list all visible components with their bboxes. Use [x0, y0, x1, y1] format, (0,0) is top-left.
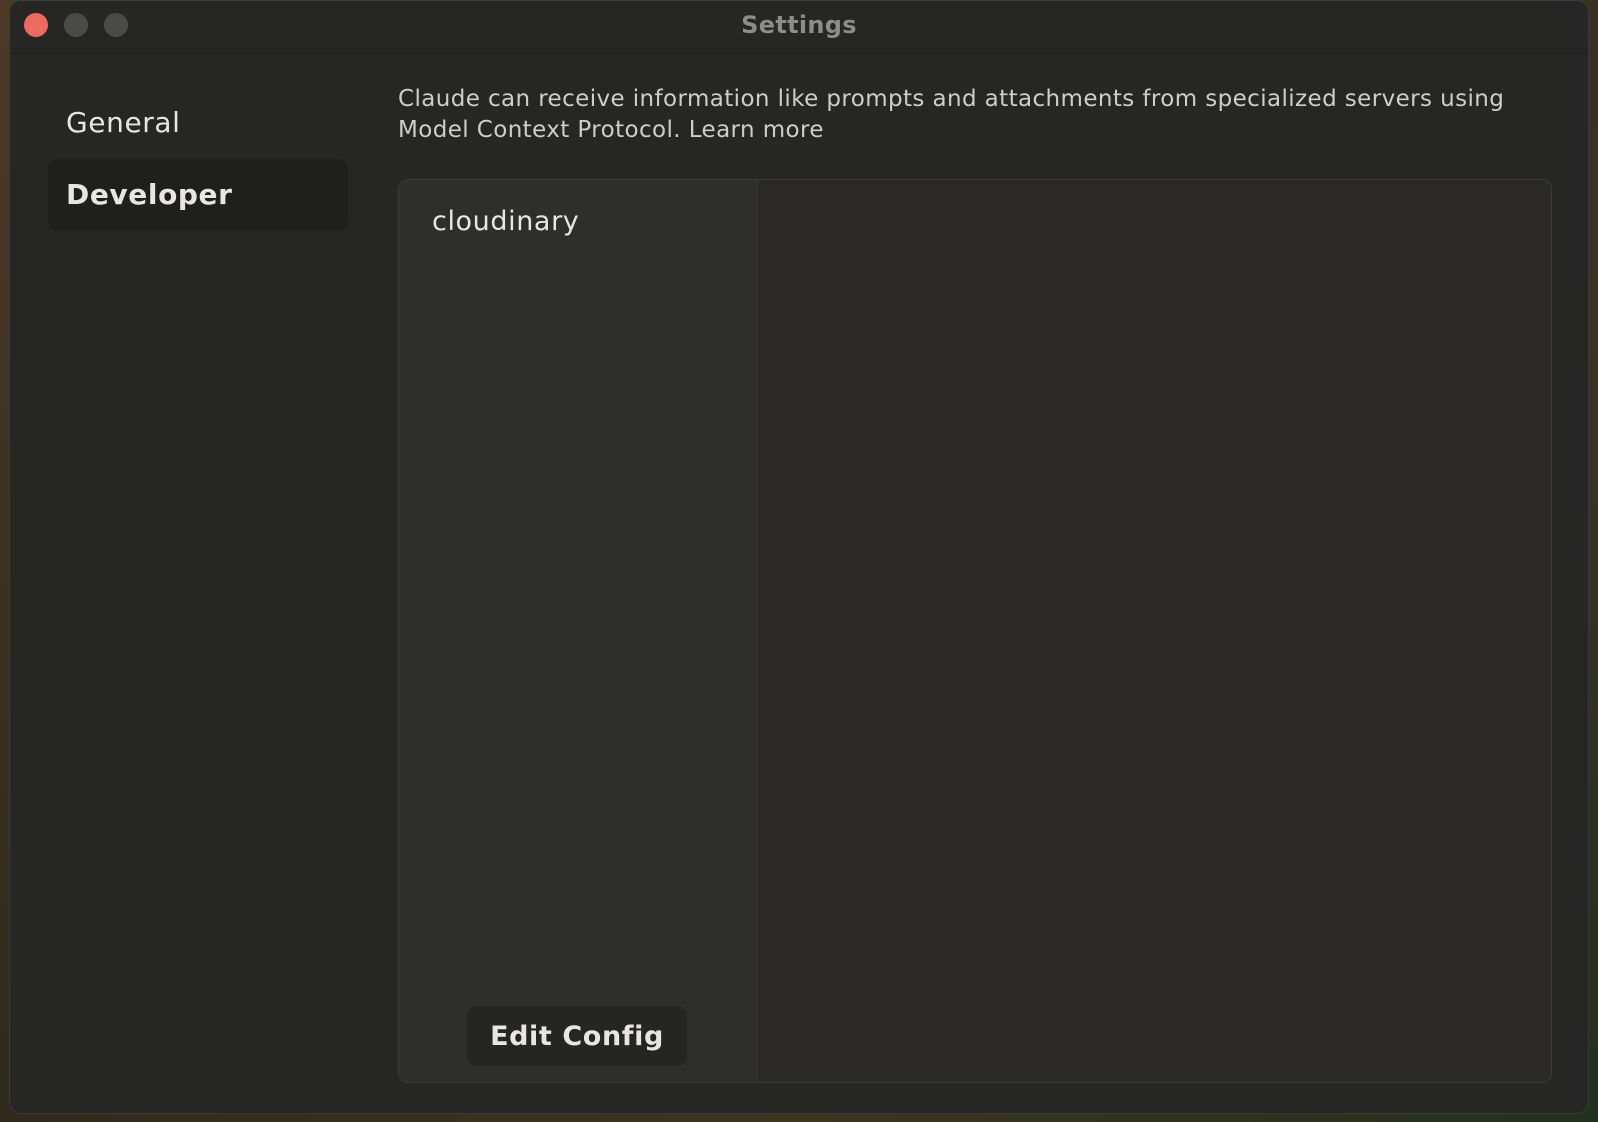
description-text: Claude can receive information like prom… — [398, 86, 1505, 143]
sidebar-item-general[interactable]: General — [48, 87, 348, 159]
learn-more-link[interactable]: Learn more — [689, 117, 824, 143]
sidebar-item-developer[interactable]: Developer — [48, 159, 348, 231]
server-item-cloudinary[interactable]: cloudinary — [432, 206, 579, 237]
window-title: Settings — [741, 11, 857, 39]
mcp-servers-panel: cloudinary Edit Config — [398, 179, 1552, 1083]
server-list: cloudinary Edit Config — [399, 180, 758, 1082]
settings-sidebar: General Developer — [48, 87, 348, 231]
settings-window: Settings General Developer Claude can re… — [9, 0, 1589, 1114]
edit-config-button[interactable]: Edit Config — [466, 1005, 688, 1067]
mcp-description: Claude can receive information like prom… — [398, 84, 1548, 146]
server-detail-pane — [757, 180, 1551, 1082]
title-bar: Settings — [10, 1, 1588, 54]
